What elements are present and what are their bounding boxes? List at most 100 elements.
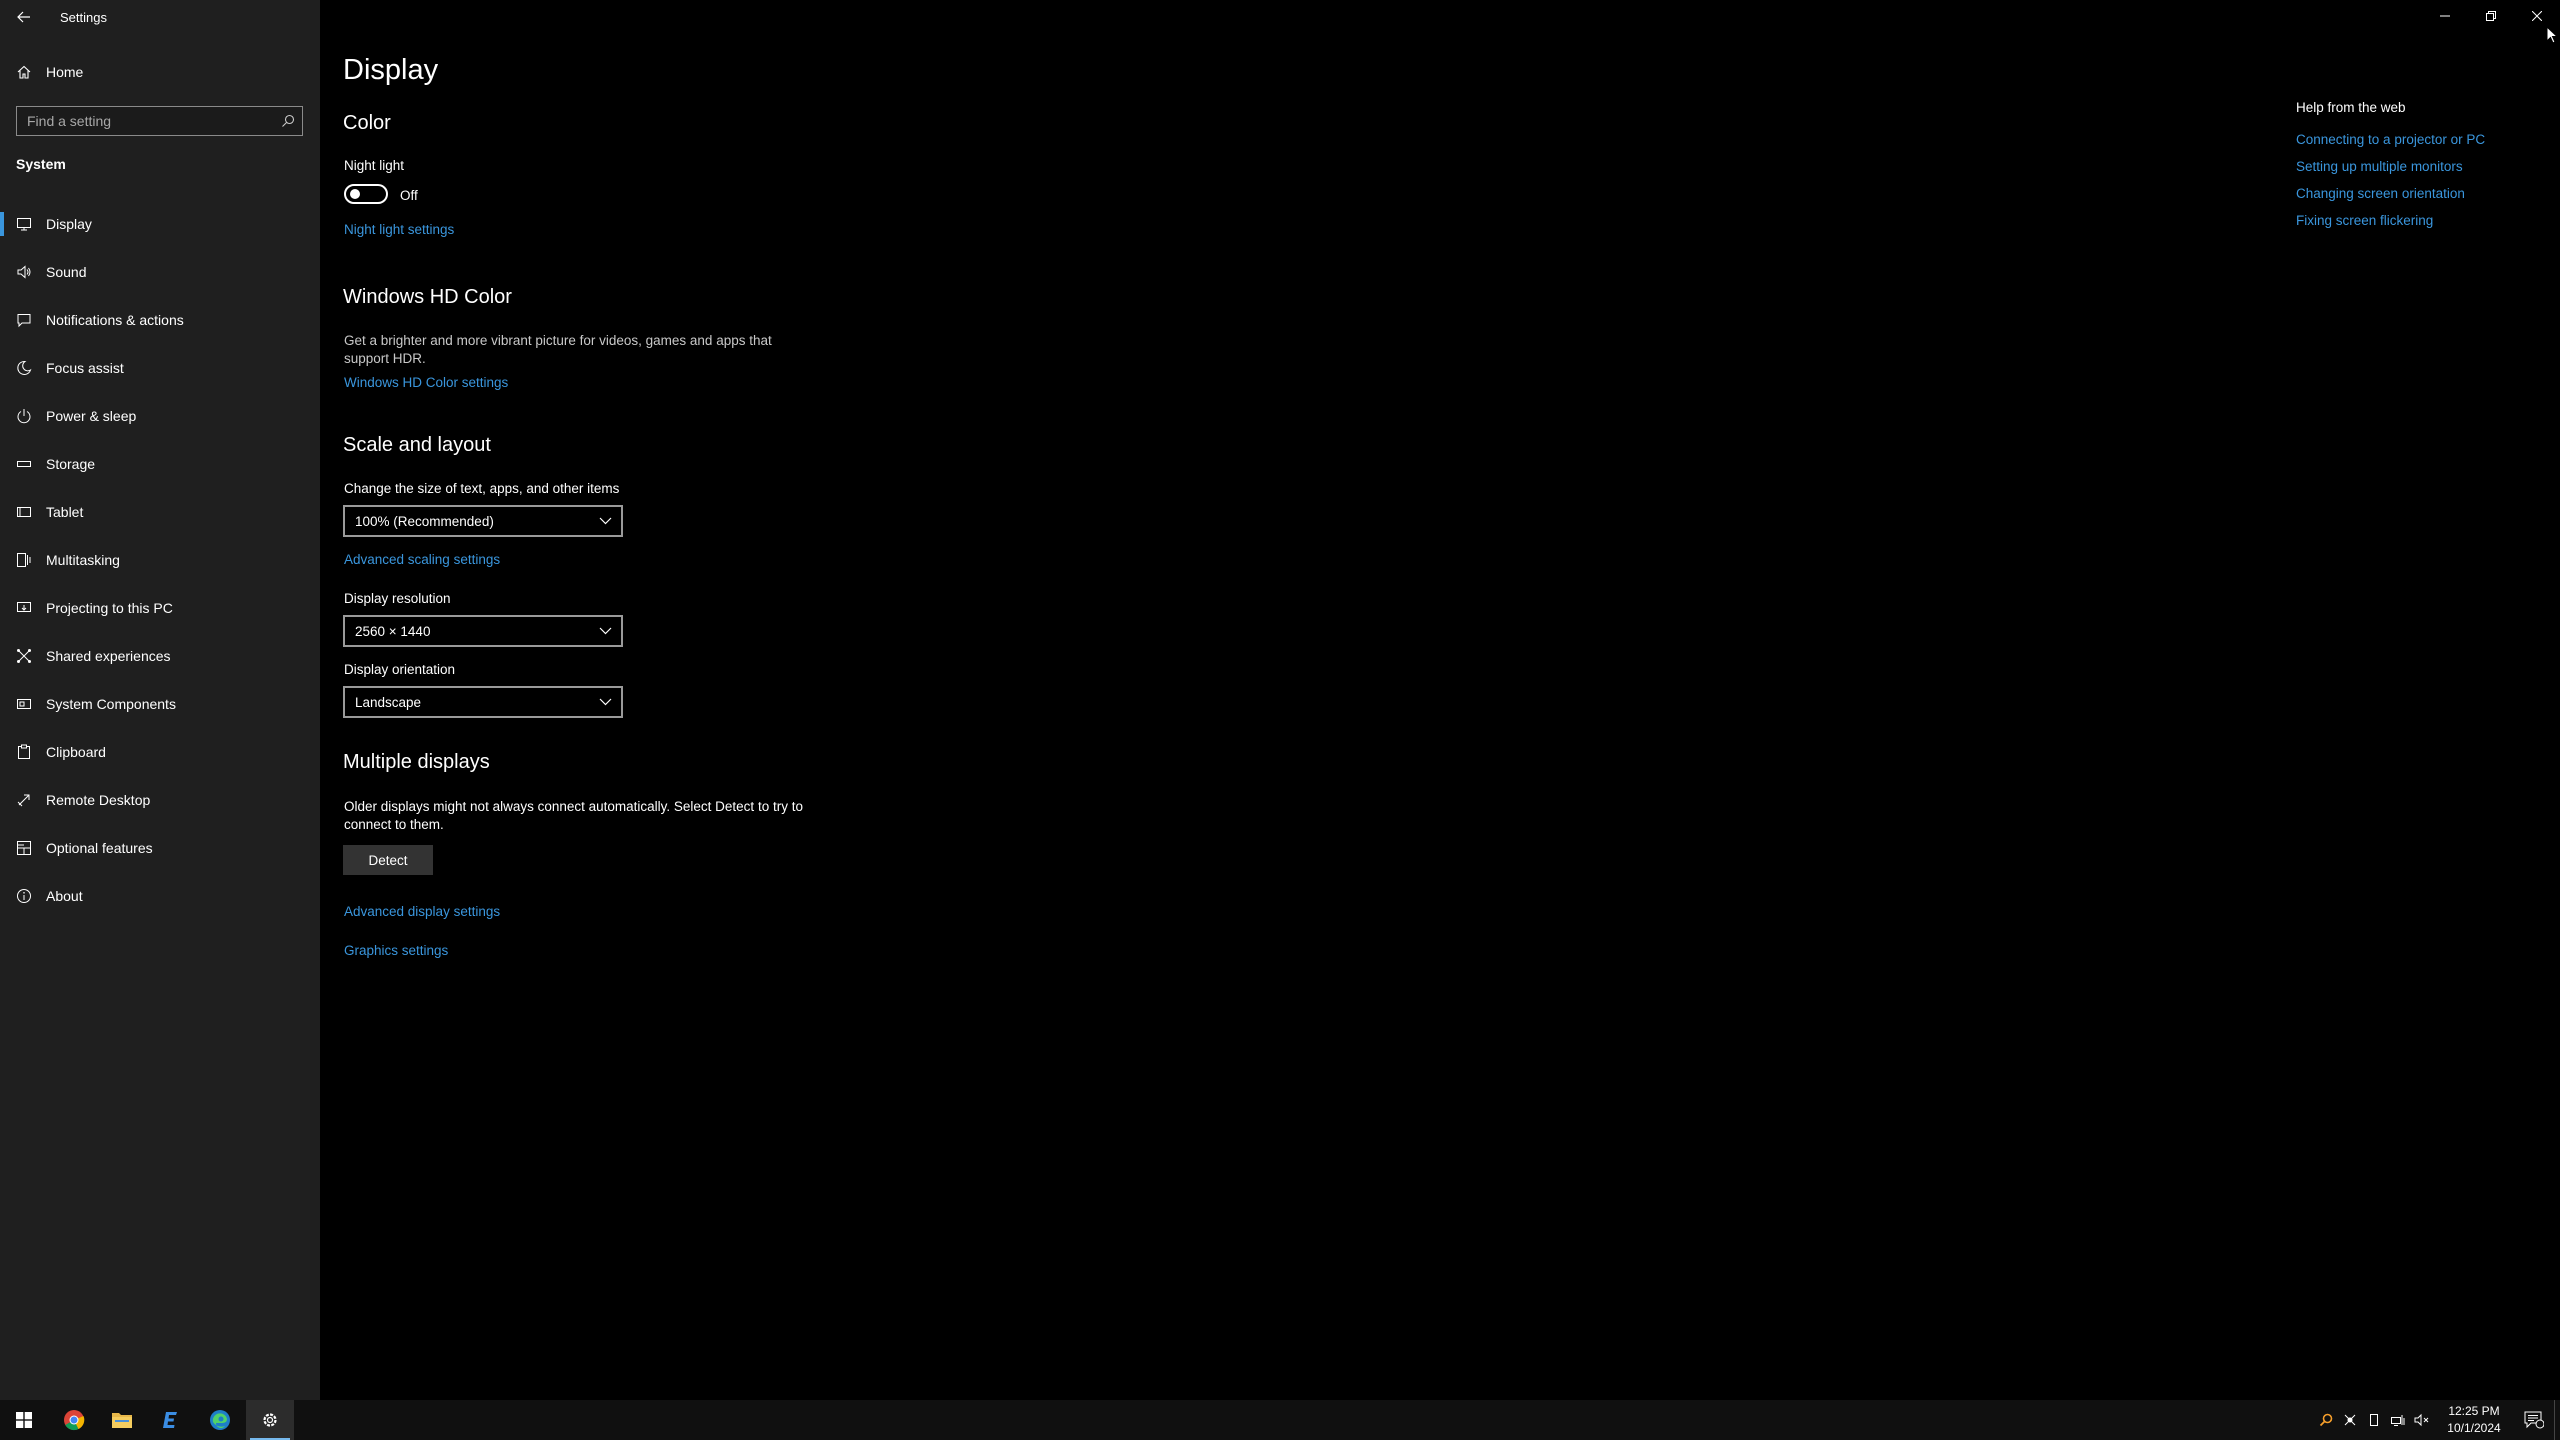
hdr-description: Get a brighter and more vibrant picture … [344, 333, 772, 366]
sidebar-item-label: Multitasking [46, 552, 120, 568]
resolution-dropdown[interactable]: 2560 × 1440 [343, 615, 623, 647]
advanced-scaling-link[interactable]: Advanced scaling settings [344, 552, 500, 567]
volume-muted-icon[interactable] [2410, 1400, 2434, 1440]
scale-dropdown[interactable]: 100% (Recommended) [343, 505, 623, 537]
scale-heading: Scale and layout [343, 434, 491, 456]
sidebar-item-storage[interactable]: Storage [0, 440, 320, 488]
search-box [16, 106, 303, 136]
toggle-knob [350, 189, 360, 199]
sidebar-item-clipboard[interactable]: Clipboard [0, 728, 320, 776]
sidebar-item-label: Power & sleep [46, 408, 137, 424]
remote-desktop-icon [16, 792, 32, 808]
help-link-screen-orientation[interactable]: Changing screen orientation [2296, 186, 2546, 204]
clock-time: 12:25 PM [2448, 1404, 2500, 1418]
chrome-icon [64, 1410, 85, 1431]
chevron-down-icon [599, 627, 612, 635]
editor-icon [163, 1412, 177, 1428]
hdr-settings-link[interactable]: Windows HD Color settings [344, 375, 508, 390]
sidebar-item-label: System Components [46, 696, 176, 712]
sidebar-item-optional-features[interactable]: Optional features [0, 824, 320, 872]
sidebar-item-multitasking[interactable]: Multitasking [0, 536, 320, 584]
sidebar-item-label: Remote Desktop [46, 792, 151, 808]
window-controls [2422, 0, 2560, 32]
minimize-button[interactable] [2422, 0, 2468, 32]
size-label: Change the size of text, apps, and other… [344, 481, 620, 496]
back-arrow-icon [17, 11, 30, 23]
sidebar-item-label: Clipboard [46, 744, 106, 760]
network-share-icon[interactable] [2338, 1400, 2362, 1440]
sidebar-item-about[interactable]: About [0, 872, 320, 920]
system-tray: 12:25 PM 10/1/2024 [2314, 1400, 2560, 1440]
back-button[interactable] [0, 0, 48, 34]
close-icon [2532, 11, 2542, 21]
sidebar-item-system-components[interactable]: System Components [0, 680, 320, 728]
color-heading: Color [343, 112, 391, 134]
orientation-dropdown[interactable]: Landscape [343, 686, 623, 718]
restore-icon [2486, 11, 2496, 21]
chevron-down-icon [599, 517, 612, 525]
sidebar-item-label: About [46, 888, 83, 904]
edge-icon [210, 1410, 230, 1430]
orientation-value: Landscape [355, 694, 422, 710]
action-center-button[interactable] [2514, 1400, 2554, 1440]
graphics-settings-link[interactable]: Graphics settings [344, 943, 448, 958]
monitor-icon [16, 216, 32, 232]
sidebar-item-label: Storage [46, 456, 96, 472]
notification-icon [16, 312, 32, 328]
advanced-display-link[interactable]: Advanced display settings [344, 904, 500, 919]
taskbar-file-explorer[interactable] [98, 1400, 146, 1440]
sidebar-item-label: Tablet [46, 504, 84, 520]
resolution-label: Display resolution [344, 591, 451, 606]
sidebar: Settings Home System Display Sound Notif… [0, 0, 320, 1400]
usb-device-icon[interactable] [2362, 1400, 2386, 1440]
search-input[interactable] [17, 113, 274, 129]
taskbar-edge[interactable] [196, 1400, 244, 1440]
help-link-screen-flickering[interactable]: Fixing screen flickering [2296, 213, 2546, 231]
tablet-icon [16, 504, 32, 520]
clipboard-icon [16, 744, 32, 760]
clock-date: 10/1/2024 [2447, 1421, 2501, 1435]
hdr-heading: Windows HD Color [343, 286, 512, 308]
taskbar-chrome[interactable] [50, 1400, 98, 1440]
taskbar: 12:25 PM 10/1/2024 [0, 1400, 2560, 1440]
search-icon[interactable] [274, 107, 302, 135]
system-components-icon [16, 696, 32, 712]
sidebar-item-label: Display [46, 216, 92, 232]
orientation-label: Display orientation [344, 662, 456, 677]
show-desktop-button[interactable] [2554, 1400, 2560, 1440]
night-light-label: Night light [344, 158, 405, 173]
sidebar-item-projecting[interactable]: Projecting to this PC [0, 584, 320, 632]
night-light-state: Off [400, 188, 418, 203]
network-icon[interactable] [2386, 1400, 2410, 1440]
taskbar-settings[interactable] [246, 1400, 294, 1440]
resolution-value: 2560 × 1440 [355, 623, 431, 639]
sidebar-item-shared-experiences[interactable]: Shared experiences [0, 632, 320, 680]
search-icon[interactable] [2314, 1400, 2338, 1440]
night-light-settings-link[interactable]: Night light settings [344, 222, 454, 237]
help-link-multiple-monitors[interactable]: Setting up multiple monitors [2296, 159, 2546, 177]
night-light-toggle[interactable] [344, 184, 388, 204]
clock[interactable]: 12:25 PM 10/1/2024 [2434, 1403, 2514, 1437]
power-icon [16, 408, 32, 424]
sidebar-item-sound[interactable]: Sound [0, 248, 320, 296]
taskbar-editor[interactable] [146, 1400, 194, 1440]
start-icon [16, 1412, 32, 1428]
optional-features-icon [16, 840, 32, 856]
sidebar-item-notifications[interactable]: Notifications & actions [0, 296, 320, 344]
title-bar: Settings [0, 0, 107, 34]
sidebar-item-focus-assist[interactable]: Focus assist [0, 344, 320, 392]
sidebar-item-label: Projecting to this PC [46, 600, 173, 616]
sidebar-item-power-sleep[interactable]: Power & sleep [0, 392, 320, 440]
start-button[interactable] [0, 1400, 48, 1440]
sidebar-item-display[interactable]: Display [0, 200, 320, 248]
detect-button[interactable]: Detect [343, 845, 433, 875]
restore-button[interactable] [2468, 0, 2514, 32]
multitasking-icon [16, 552, 32, 568]
file-explorer-icon [112, 1413, 132, 1428]
sidebar-item-remote-desktop[interactable]: Remote Desktop [0, 776, 320, 824]
sidebar-item-tablet[interactable]: Tablet [0, 488, 320, 536]
sidebar-item-home[interactable]: Home [0, 56, 320, 88]
help-link-projector[interactable]: Connecting to a projector or PC [2296, 132, 2546, 150]
sidebar-item-label: Notifications & actions [46, 312, 184, 328]
projecting-icon [16, 600, 32, 616]
